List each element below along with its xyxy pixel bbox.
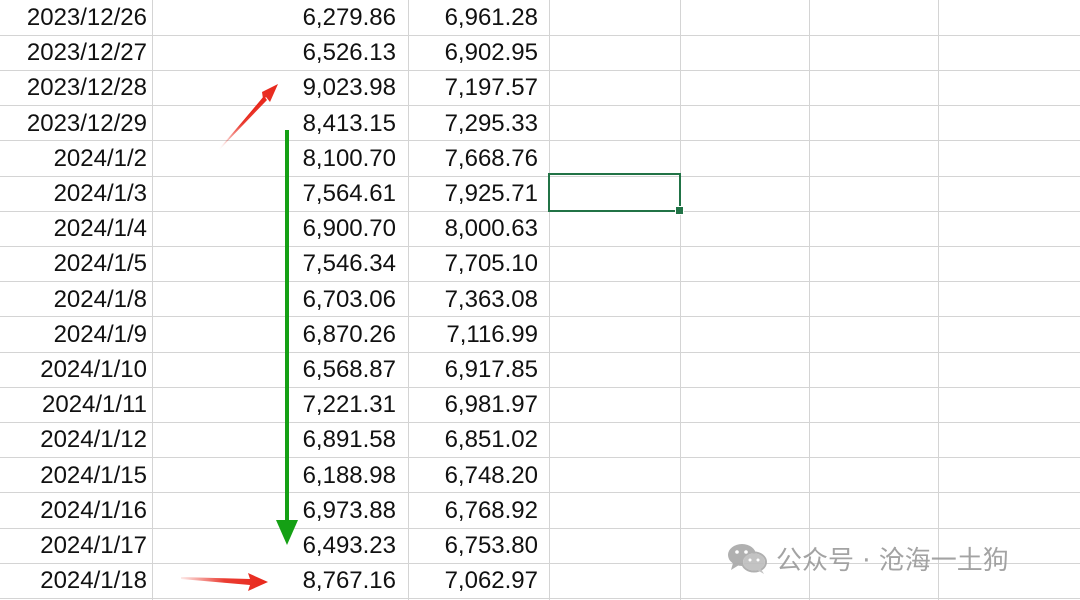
date-cell[interactable]: 2024/1/8 [0, 282, 153, 317]
date-cell[interactable]: 2024/1/12 [0, 422, 153, 457]
date-cell[interactable]: 2023/12/28 [0, 70, 153, 105]
value2-cell[interactable]: 6,753.80 [402, 528, 544, 563]
value2-cell[interactable]: 6,961.28 [402, 0, 544, 35]
value2-cell[interactable]: 6,917.85 [402, 352, 544, 387]
value2-cell[interactable]: 7,668.76 [402, 141, 544, 176]
value2-cell[interactable]: 7,197.57 [402, 70, 544, 105]
date-cell[interactable]: 2023/12/29 [0, 106, 153, 141]
value1-cell[interactable]: 7,564.61 [153, 176, 402, 211]
value2-cell[interactable]: 6,748.20 [402, 458, 544, 493]
date-cell[interactable]: 2024/1/4 [0, 211, 153, 246]
value2-cell[interactable]: 6,851.02 [402, 422, 544, 457]
value1-cell[interactable]: 6,493.23 [153, 528, 402, 563]
wechat-icon [728, 544, 767, 574]
column-gridline [938, 0, 939, 600]
date-cell[interactable]: 2024/1/10 [0, 352, 153, 387]
column-gridline [809, 0, 810, 600]
value2-cell[interactable]: 6,981.97 [402, 387, 544, 422]
date-cell[interactable]: 2024/1/17 [0, 528, 153, 563]
selected-cell[interactable] [548, 173, 684, 215]
value1-cell[interactable]: 7,546.34 [153, 246, 402, 281]
value2-cell[interactable]: 7,925.71 [402, 176, 544, 211]
value2-cell[interactable]: 6,902.95 [402, 35, 544, 70]
value1-cell[interactable]: 8,413.15 [153, 106, 402, 141]
value1-cell[interactable]: 6,900.70 [153, 211, 402, 246]
watermark: 公众号 · 沧海一土狗 [726, 538, 1009, 578]
date-cell[interactable]: 2024/1/11 [0, 387, 153, 422]
value1-cell[interactable]: 6,279.86 [153, 0, 402, 35]
value1-cell[interactable]: 6,188.98 [153, 458, 402, 493]
row-gridline [0, 598, 1080, 599]
value2-cell[interactable]: 6,768.92 [402, 493, 544, 528]
value1-cell[interactable]: 8,767.16 [153, 563, 402, 598]
date-cell[interactable]: 2024/1/9 [0, 317, 153, 352]
value2-cell[interactable]: 7,295.33 [402, 106, 544, 141]
value1-cell[interactable]: 6,526.13 [153, 35, 402, 70]
date-cell[interactable]: 2024/1/16 [0, 493, 153, 528]
fill-handle[interactable] [675, 206, 684, 215]
value2-cell[interactable]: 7,116.99 [402, 317, 544, 352]
value2-cell[interactable]: 7,062.97 [402, 563, 544, 598]
value1-cell[interactable]: 6,568.87 [153, 352, 402, 387]
value2-cell[interactable]: 8,000.63 [402, 211, 544, 246]
column-gridline [680, 0, 681, 600]
value1-cell[interactable]: 7,221.31 [153, 387, 402, 422]
value1-cell[interactable]: 9,023.98 [153, 70, 402, 105]
date-cell[interactable]: 2023/12/26 [0, 0, 153, 35]
value1-cell[interactable]: 6,870.26 [153, 317, 402, 352]
value1-cell[interactable]: 6,891.58 [153, 422, 402, 457]
date-cell[interactable]: 2023/12/27 [0, 35, 153, 70]
value2-cell[interactable]: 7,363.08 [402, 282, 544, 317]
date-cell[interactable]: 2024/1/2 [0, 141, 153, 176]
value1-cell[interactable]: 6,703.06 [153, 282, 402, 317]
spreadsheet-grid: 2023/12/26 6,279.86 6,961.28 2023/12/27 6,52… [0, 0, 1080, 600]
value2-cell[interactable]: 7,705.10 [402, 246, 544, 281]
column-gridline [549, 0, 550, 600]
date-cell[interactable]: 2024/1/3 [0, 176, 153, 211]
value1-cell[interactable]: 6,973.88 [153, 493, 402, 528]
watermark-text: 公众号 · 沧海一土狗 [776, 545, 1009, 576]
value1-cell[interactable]: 8,100.70 [153, 141, 402, 176]
date-cell[interactable]: 2024/1/15 [0, 458, 153, 493]
date-cell[interactable]: 2024/1/5 [0, 246, 153, 281]
date-cell[interactable]: 2024/1/18 [0, 563, 153, 598]
